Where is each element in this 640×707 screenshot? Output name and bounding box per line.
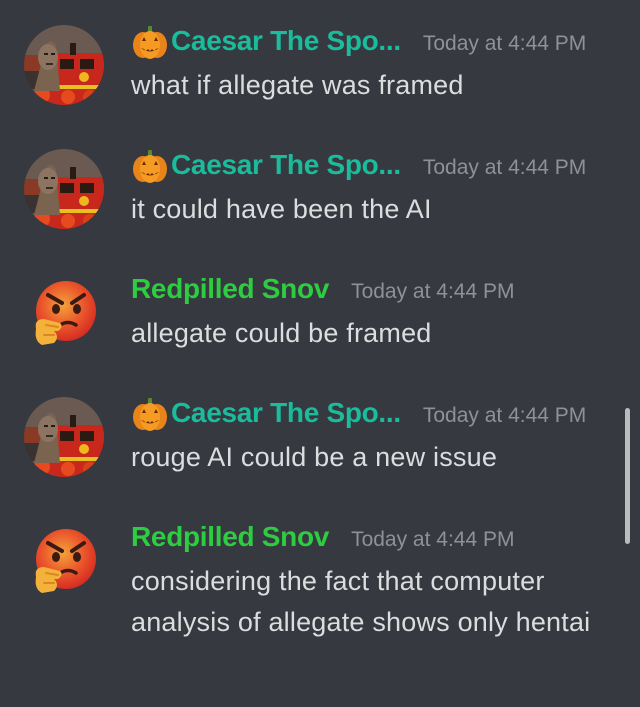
angry-thinking-face-icon [24,273,104,353]
message-header: Redpilled Snov Today at 4:44 PM [131,273,515,309]
timestamp: Today at 4:44 PM [351,528,515,551]
scrollbar-thumb[interactable] [625,408,630,544]
angry-thinking-face-icon [24,521,104,601]
train-avatar-icon [24,25,104,105]
message-header: Caesar The Spo... Today at 4:44 PM [131,149,586,185]
message-text: considering the fact that computer analy… [131,566,591,637]
pumpkin-icon [131,25,169,61]
user-avatar[interactable] [24,149,104,229]
user-avatar[interactable] [24,521,104,601]
message-text: allegate could be framed [131,318,432,348]
timestamp: Today at 4:44 PM [422,32,587,55]
message-item: Redpilled Snov Today at 4:44 PM consider… [0,518,620,698]
username[interactable]: Caesar The Spo... [171,25,401,57]
username[interactable]: Caesar The Spo... [171,397,401,429]
username[interactable]: Redpilled Snov [131,521,329,553]
user-avatar[interactable] [24,273,104,353]
username[interactable]: Caesar The Spo... [171,149,401,181]
user-avatar[interactable] [24,397,104,477]
message-header: Caesar The Spo... Today at 4:44 PM [131,25,586,61]
message-header: Caesar The Spo... Today at 4:44 PM [131,397,586,433]
message-text: what if allegate was framed [131,70,464,100]
message-item: Caesar The Spo... Today at 4:44 PM it co… [0,146,620,236]
train-avatar-icon [24,149,104,229]
pumpkin-icon [131,397,169,433]
message-list: Caesar The Spo... Today at 4:44 PM what … [0,0,640,707]
message-item: Caesar The Spo... Today at 4:44 PM rouge… [0,394,620,484]
username[interactable]: Redpilled Snov [131,273,329,305]
train-avatar-icon [24,397,104,477]
message-text: it could have been the AI [131,194,432,224]
user-avatar[interactable] [24,25,104,105]
message-header: Redpilled Snov Today at 4:44 PM [131,521,515,557]
timestamp: Today at 4:44 PM [351,280,515,303]
pumpkin-icon [131,149,169,185]
message-item: Redpilled Snov Today at 4:44 PM allegate… [0,270,620,360]
timestamp: Today at 4:44 PM [422,404,587,427]
message-item: Caesar The Spo... Today at 4:44 PM what … [0,22,620,112]
message-text: rouge AI could be a new issue [131,442,498,472]
timestamp: Today at 4:44 PM [422,156,587,179]
